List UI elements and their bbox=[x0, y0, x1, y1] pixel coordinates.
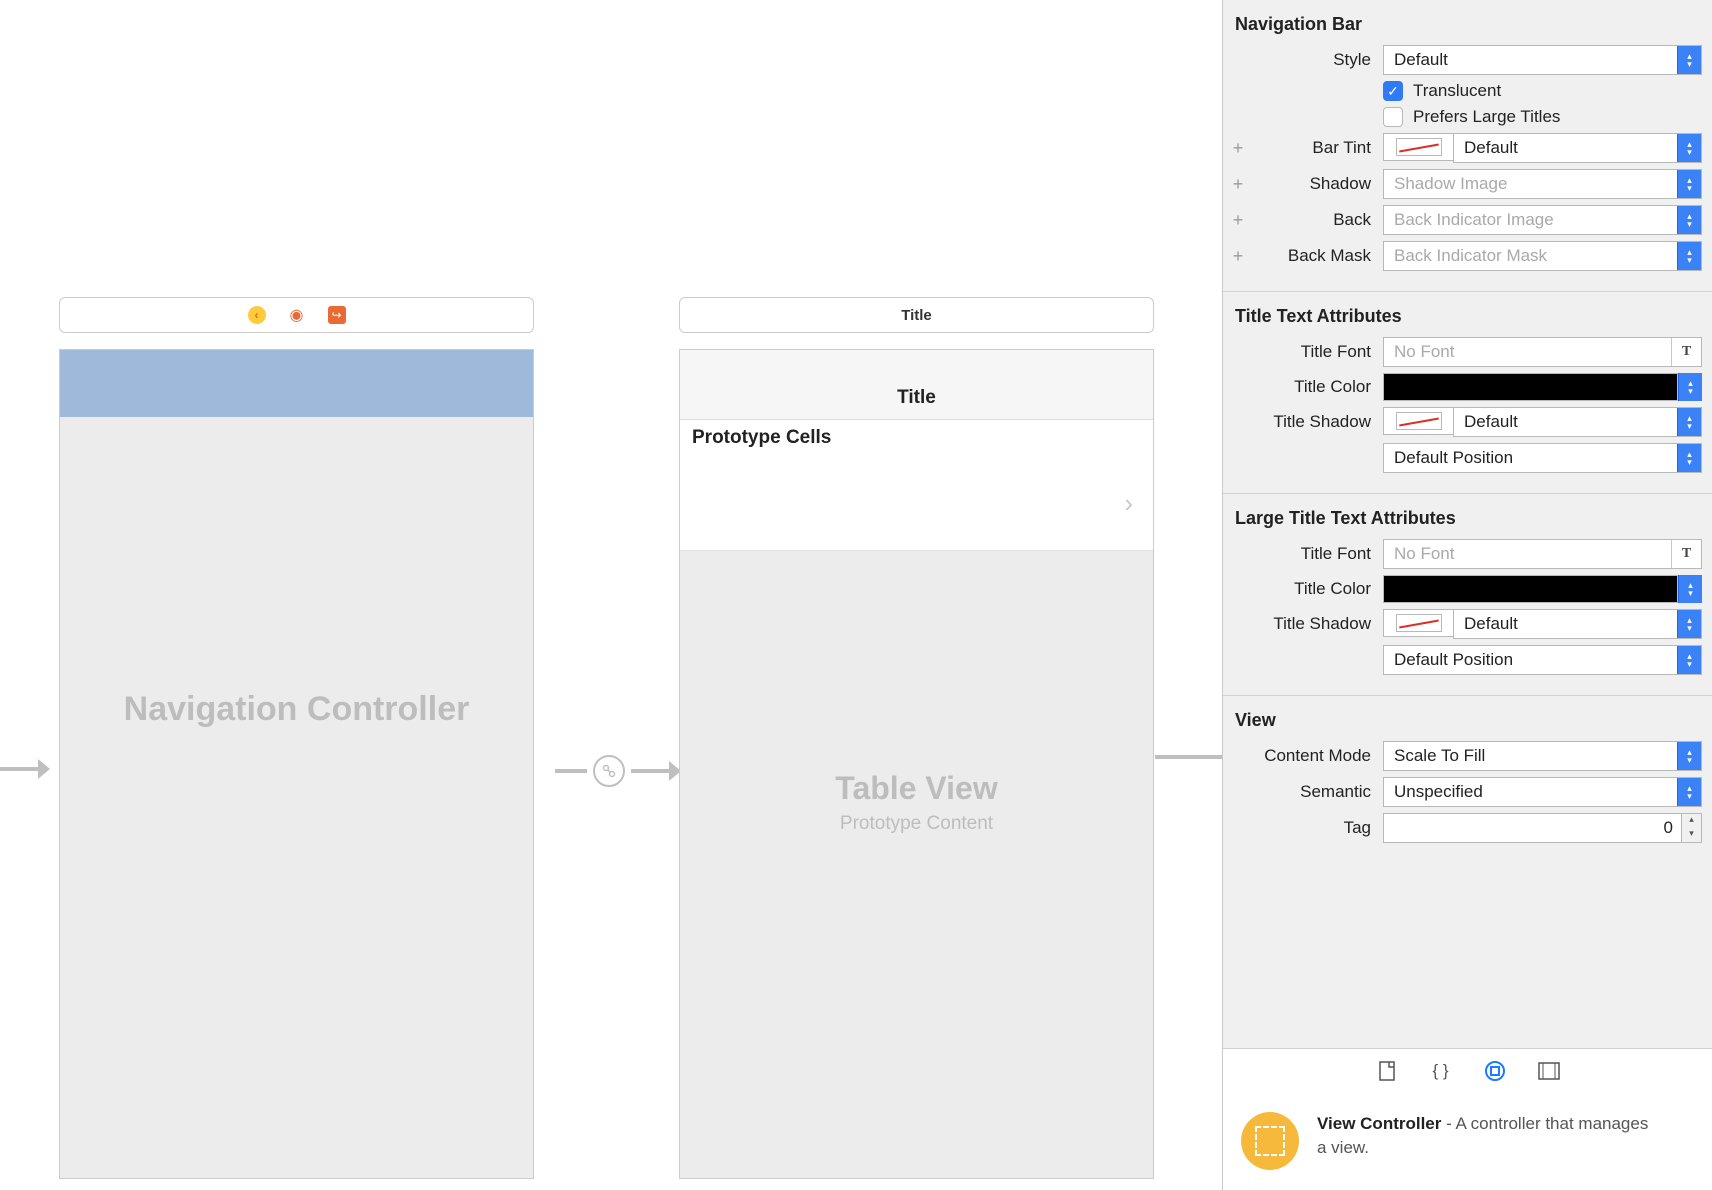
add-icon[interactable]: + bbox=[1230, 246, 1246, 267]
large-title-shadow-select[interactable]: Default bbox=[1453, 609, 1702, 639]
segue-arrow[interactable] bbox=[555, 755, 681, 787]
content-mode-label: Content Mode bbox=[1233, 746, 1383, 766]
add-icon[interactable]: + bbox=[1230, 138, 1246, 159]
nav-title: Title bbox=[897, 387, 936, 409]
back-icon: ‹ bbox=[248, 306, 266, 324]
title-font-field[interactable]: No FontT bbox=[1383, 337, 1702, 367]
tag-field[interactable]: 0 bbox=[1383, 813, 1682, 843]
font-picker-icon[interactable]: T bbox=[1671, 540, 1701, 568]
font-picker-icon[interactable]: T bbox=[1671, 338, 1701, 366]
library-item-text: View Controller - A controller that mana… bbox=[1317, 1112, 1657, 1170]
tv-subtitle: Prototype Content bbox=[680, 813, 1153, 835]
inspector-panel: Navigation Bar Style Default ✓ Transluce… bbox=[1222, 0, 1712, 1190]
title-color-swatch[interactable] bbox=[1383, 373, 1678, 401]
bartint-label: Bar Tint bbox=[1233, 138, 1383, 158]
navigation-controller-scene[interactable]: ‹ ◉ ↪ Navigation Controller bbox=[59, 297, 534, 1179]
title-color-stepper[interactable] bbox=[1678, 373, 1702, 401]
back-select[interactable]: Back Indicator Image bbox=[1383, 205, 1702, 235]
library-tab-bar: { } bbox=[1223, 1048, 1712, 1092]
segue-icon[interactable] bbox=[593, 755, 625, 787]
large-title-font-label: Title Font bbox=[1233, 544, 1383, 564]
bartint-select[interactable]: Default bbox=[1453, 133, 1702, 163]
library-item[interactable]: View Controller - A controller that mana… bbox=[1223, 1092, 1712, 1190]
first-responder-icon: ◉ bbox=[288, 306, 306, 324]
section-title: Title Text Attributes bbox=[1235, 306, 1702, 327]
large-title-color-stepper[interactable] bbox=[1678, 575, 1702, 603]
large-title-text-attributes-section: Large Title Text Attributes Title Font N… bbox=[1223, 494, 1712, 696]
title-shadow-position-select[interactable]: Default Position bbox=[1383, 443, 1702, 473]
title-text-attributes-section: Title Text Attributes Title Font No Font… bbox=[1223, 292, 1712, 494]
scene-body[interactable]: Title Prototype Cells › Table View Proto… bbox=[679, 349, 1154, 1179]
table-view-controller-scene[interactable]: Title Title Prototype Cells › Table View… bbox=[679, 297, 1154, 1179]
prefers-large-titles-checkbox[interactable]: Prefers Large Titles bbox=[1383, 107, 1702, 127]
large-title-color-swatch[interactable] bbox=[1383, 575, 1678, 603]
semantic-label: Semantic bbox=[1233, 782, 1383, 802]
scene-label: Navigation Controller bbox=[60, 690, 533, 729]
view-section: View Content Mode Scale To Fill Semantic… bbox=[1223, 696, 1712, 863]
translucent-label: Translucent bbox=[1413, 81, 1501, 101]
title-font-label: Title Font bbox=[1233, 342, 1383, 362]
section-title: View bbox=[1235, 710, 1702, 731]
navbar-placeholder[interactable] bbox=[60, 350, 533, 417]
exit-icon: ↪ bbox=[328, 306, 346, 324]
storyboard-canvas[interactable]: ‹ ◉ ↪ Navigation Controller Title Title … bbox=[0, 0, 1222, 1190]
add-icon[interactable]: + bbox=[1230, 210, 1246, 231]
shadow-select[interactable]: Shadow Image bbox=[1383, 169, 1702, 199]
shadow-label: Shadow bbox=[1233, 174, 1383, 194]
bartint-swatch[interactable] bbox=[1383, 133, 1453, 161]
large-title-color-label: Title Color bbox=[1233, 579, 1383, 599]
title-shadow-select[interactable]: Default bbox=[1453, 407, 1702, 437]
prototype-cells-header: Prototype Cells bbox=[680, 420, 1153, 456]
checkbox-icon bbox=[1383, 107, 1403, 127]
large-title-shadow-swatch[interactable] bbox=[1383, 609, 1453, 637]
style-label: Style bbox=[1233, 50, 1383, 70]
navigation-bar[interactable]: Title bbox=[680, 350, 1153, 420]
semantic-select[interactable]: Unspecified bbox=[1383, 777, 1702, 807]
media-library-tab[interactable] bbox=[1537, 1059, 1561, 1083]
translucent-checkbox[interactable]: ✓ Translucent bbox=[1383, 81, 1702, 101]
checkbox-icon: ✓ bbox=[1383, 81, 1403, 101]
scene-title: Title bbox=[901, 307, 932, 324]
outgoing-line bbox=[1155, 755, 1222, 759]
large-title-font-field[interactable]: No FontT bbox=[1383, 539, 1702, 569]
large-title-shadow-position-select[interactable]: Default Position bbox=[1383, 645, 1702, 675]
navbar-section: Navigation Bar Style Default ✓ Transluce… bbox=[1223, 0, 1712, 292]
title-color-label: Title Color bbox=[1233, 377, 1383, 397]
scene-body[interactable]: Navigation Controller bbox=[59, 349, 534, 1179]
style-select[interactable]: Default bbox=[1383, 45, 1702, 75]
file-template-tab[interactable] bbox=[1375, 1059, 1399, 1083]
backmask-label: Back Mask bbox=[1233, 246, 1383, 266]
title-shadow-label: Title Shadow bbox=[1233, 412, 1383, 432]
add-icon[interactable]: + bbox=[1230, 174, 1246, 195]
prefers-large-label: Prefers Large Titles bbox=[1413, 107, 1560, 127]
large-title-shadow-label: Title Shadow bbox=[1233, 614, 1383, 634]
disclosure-icon: › bbox=[1124, 488, 1133, 519]
prototype-cell[interactable]: › bbox=[680, 456, 1153, 551]
entry-arrow bbox=[0, 755, 50, 783]
content-mode-select[interactable]: Scale To Fill bbox=[1383, 741, 1702, 771]
tag-label: Tag bbox=[1233, 818, 1383, 838]
section-title: Large Title Text Attributes bbox=[1235, 508, 1702, 529]
scene-header[interactable]: Title bbox=[679, 297, 1154, 333]
title-shadow-swatch[interactable] bbox=[1383, 407, 1453, 435]
backmask-select[interactable]: Back Indicator Mask bbox=[1383, 241, 1702, 271]
view-controller-icon bbox=[1241, 1112, 1299, 1170]
object-library-tab[interactable] bbox=[1483, 1059, 1507, 1083]
back-label: Back bbox=[1233, 210, 1383, 230]
table-view-label: Table View Prototype Content bbox=[680, 770, 1153, 835]
scene-header[interactable]: ‹ ◉ ↪ bbox=[59, 297, 534, 333]
tag-stepper[interactable]: ▴▾ bbox=[1682, 813, 1702, 843]
code-snippet-tab[interactable]: { } bbox=[1429, 1059, 1453, 1083]
section-title: Navigation Bar bbox=[1235, 14, 1702, 35]
tv-title: Table View bbox=[680, 770, 1153, 807]
